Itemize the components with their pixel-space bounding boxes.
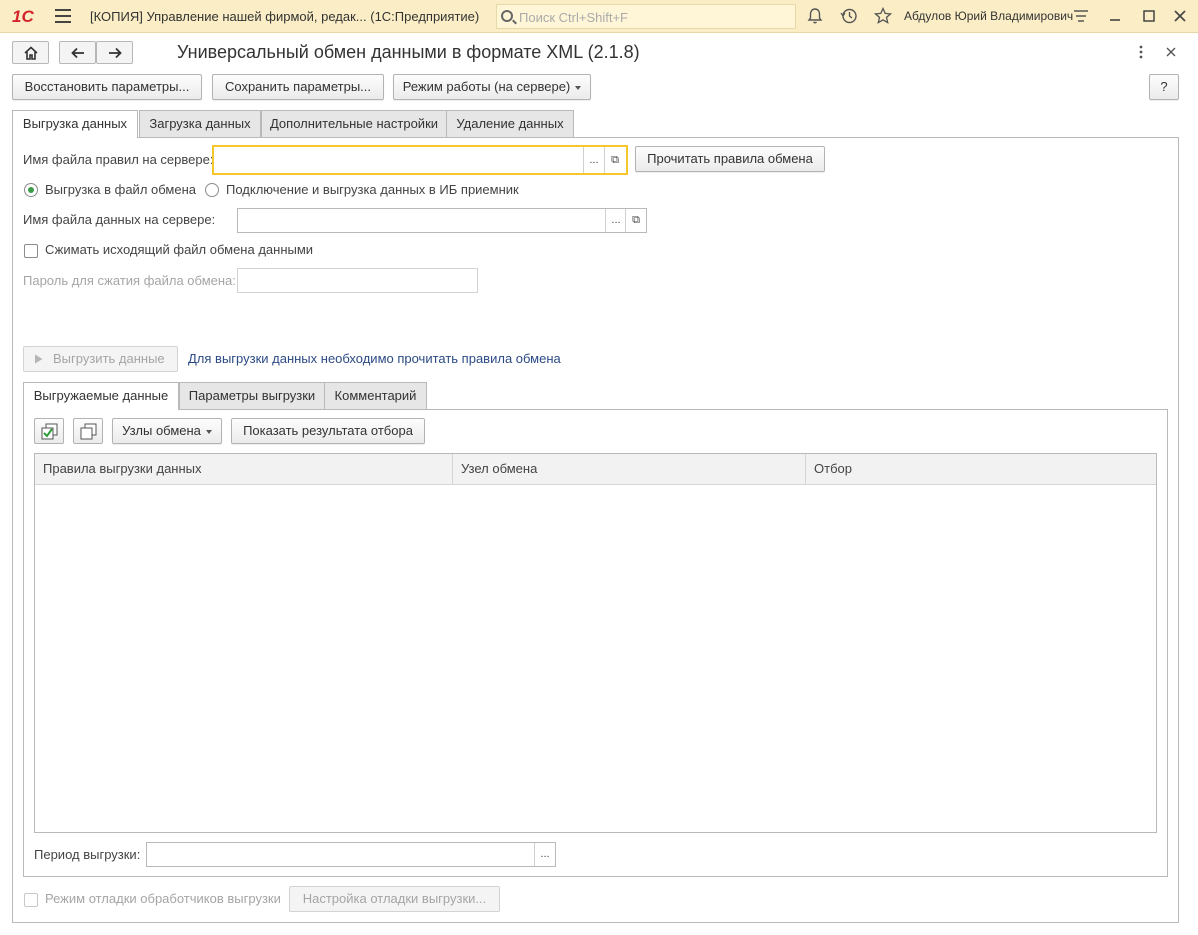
- tab-additional-settings[interactable]: Дополнительные настройки: [261, 110, 447, 137]
- export-to-file-label[interactable]: Выгрузка в файл обмена: [45, 182, 196, 197]
- data-file-field[interactable]: ... ⧉: [237, 208, 647, 233]
- show-filter-result-button[interactable]: Показать результата отбора: [231, 418, 425, 444]
- close-form-icon[interactable]: [1165, 44, 1177, 64]
- close-window-icon[interactable]: [1170, 7, 1190, 27]
- home-icon: [24, 46, 38, 60]
- work-mode-dropdown[interactable]: Режим работы (на сервере): [393, 74, 591, 100]
- tab-delete-data[interactable]: Удаление данных: [446, 110, 574, 137]
- app-title: [КОПИЯ] Управление нашей фирмой, редак..…: [90, 9, 480, 24]
- column-header-node[interactable]: Узел обмена: [453, 454, 806, 485]
- back-button[interactable]: [59, 41, 96, 64]
- export-data-label: Выгрузить данные: [53, 351, 165, 366]
- chevron-down-icon: [205, 429, 212, 434]
- password-label: Пароль для сжатия файла обмена:: [23, 273, 236, 288]
- connect-export-radio[interactable]: [205, 183, 219, 197]
- hint-link[interactable]: Для выгрузки данных необходимо прочитать…: [188, 351, 561, 366]
- restore-params-button[interactable]: Восстановить параметры...: [12, 74, 202, 100]
- period-label: Период выгрузки:: [34, 847, 141, 862]
- column-header-rules[interactable]: Правила выгрузки данных: [35, 454, 453, 485]
- export-data-button[interactable]: Выгрузить данные: [23, 346, 178, 372]
- password-field[interactable]: [237, 268, 478, 293]
- compress-checkbox[interactable]: [24, 244, 38, 258]
- period-field[interactable]: ...: [146, 842, 556, 867]
- title-bar: 1С [КОПИЯ] Управление нашей фирмой, реда…: [0, 0, 1198, 33]
- exchange-nodes-dropdown[interactable]: Узлы обмена: [112, 418, 222, 444]
- rules-file-label: Имя файла правил на сервере:: [23, 152, 214, 167]
- open-data-file-icon[interactable]: ⧉: [625, 209, 646, 232]
- uncheck-all-button[interactable]: [73, 418, 103, 444]
- tab-import[interactable]: Загрузка данных: [139, 110, 261, 137]
- connect-export-label[interactable]: Подключение и выгрузка данных в ИБ прием…: [226, 182, 519, 197]
- home-button[interactable]: [12, 41, 49, 64]
- help-button[interactable]: ?: [1149, 74, 1179, 100]
- tab-export-params[interactable]: Параметры выгрузки: [179, 382, 325, 409]
- column-header-filter[interactable]: Отбор: [806, 454, 1156, 485]
- forward-button[interactable]: [96, 41, 133, 64]
- debug-settings-button[interactable]: Настройка отладки выгрузки...: [289, 886, 500, 912]
- notifications-bell-icon[interactable]: [805, 7, 825, 27]
- exchange-nodes-label: Узлы обмена: [122, 423, 201, 438]
- minimize-icon[interactable]: [1105, 7, 1125, 27]
- search-placeholder: Поиск Ctrl+Shift+F: [519, 10, 628, 25]
- uncheck-all-icon: [80, 423, 97, 440]
- arrow-left-icon: [71, 47, 84, 59]
- save-params-button[interactable]: Сохранить параметры...: [212, 74, 384, 100]
- select-data-file-button[interactable]: ...: [605, 209, 626, 232]
- app-logo: 1С: [12, 7, 34, 26]
- search-icon: [501, 10, 513, 22]
- work-mode-label: Режим работы (на сервере): [402, 79, 571, 94]
- form-title: Универсальный обмен данными в формате XM…: [177, 42, 640, 62]
- debug-mode-checkbox[interactable]: [24, 893, 38, 907]
- read-rules-button[interactable]: Прочитать правила обмена: [635, 146, 825, 172]
- maximize-icon[interactable]: [1139, 7, 1159, 27]
- settings-menu-icon[interactable]: [1071, 7, 1091, 27]
- debug-mode-label: Режим отладки обработчиков выгрузки: [45, 891, 281, 906]
- favorites-star-icon[interactable]: [873, 6, 893, 27]
- global-search-input[interactable]: Поиск Ctrl+Shift+F: [496, 4, 796, 29]
- arrow-right-icon: [109, 47, 122, 59]
- chevron-down-icon: [575, 85, 582, 90]
- tab-export[interactable]: Выгрузка данных: [12, 110, 138, 138]
- export-rules-table[interactable]: Правила выгрузки данных Узел обмена Отбо…: [34, 453, 1157, 833]
- tab-exported-data[interactable]: Выгружаемые данные: [23, 382, 179, 410]
- select-period-button[interactable]: ...: [534, 843, 555, 866]
- select-file-button[interactable]: ...: [583, 147, 604, 173]
- rules-file-field[interactable]: ... ⧉: [212, 145, 628, 175]
- history-icon[interactable]: [839, 7, 859, 27]
- table-header: Правила выгрузки данных Узел обмена Отбо…: [35, 454, 1156, 485]
- play-icon: [35, 354, 43, 364]
- main-menu-icon[interactable]: [55, 9, 71, 23]
- check-all-button[interactable]: [34, 418, 64, 444]
- tab-comment[interactable]: Комментарий: [324, 382, 427, 409]
- open-file-icon[interactable]: ⧉: [604, 147, 625, 173]
- data-file-label: Имя файла данных на сервере:: [23, 212, 216, 227]
- check-all-icon: [41, 423, 58, 440]
- user-name[interactable]: Абдулов Юрий Владимирович: [904, 9, 1073, 23]
- more-actions-icon[interactable]: [1137, 44, 1145, 64]
- compress-label[interactable]: Сжимать исходящий файл обмена данными: [45, 242, 313, 257]
- export-to-file-radio[interactable]: [24, 183, 38, 197]
